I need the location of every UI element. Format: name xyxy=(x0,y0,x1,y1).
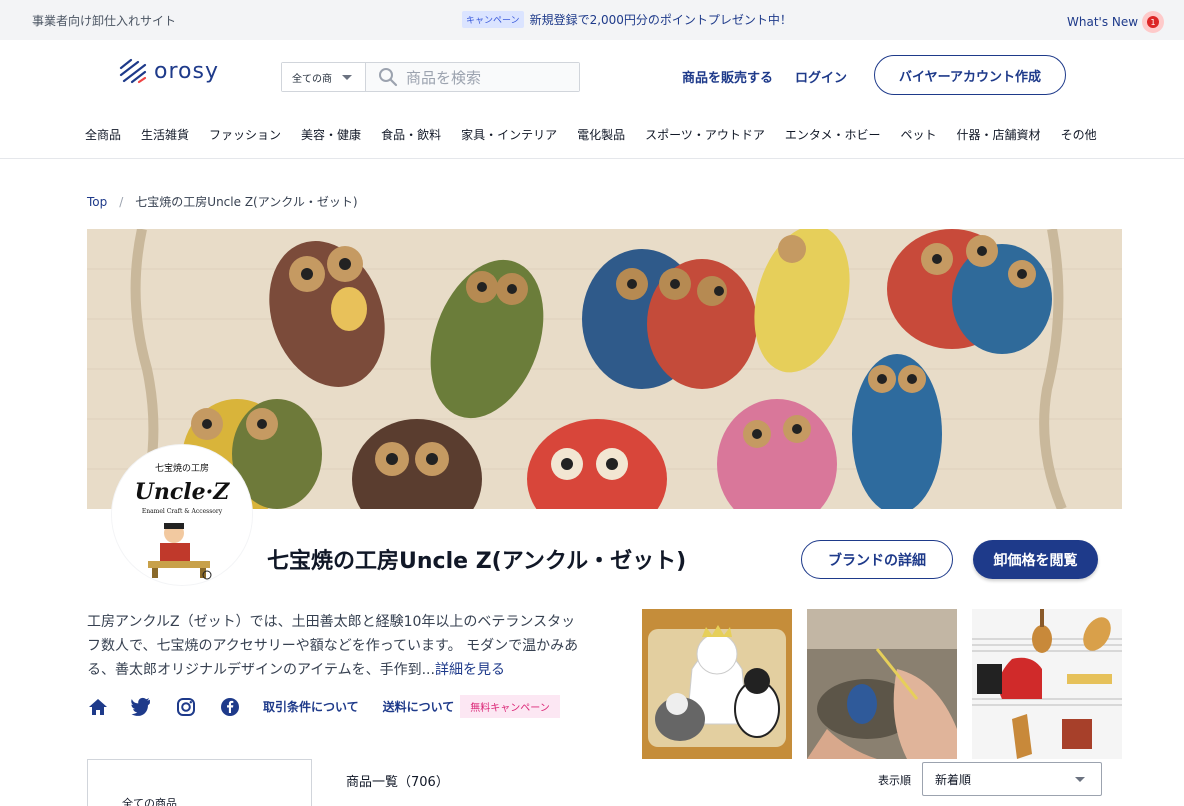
category-item[interactable]: 生活雑貨 xyxy=(141,126,189,143)
brand-detail-button[interactable]: ブランドの詳細 xyxy=(801,540,953,579)
notification-count: 1 xyxy=(1147,16,1160,28)
caret-down-icon xyxy=(1075,777,1085,782)
category-item[interactable]: 美容・健康 xyxy=(301,126,361,143)
campaign-text: 新規登録で2,000円分のポイントプレゼント中！ xyxy=(529,13,792,27)
read-more-link[interactable]: 詳細を見る xyxy=(435,662,505,678)
twitter-icon[interactable] xyxy=(131,696,153,718)
category-item[interactable]: 食品・飲料 xyxy=(381,126,441,143)
brand-description: 工房アンクルZ（ゼット）では、土田善太郎と経験10年以上のベテランスタッフ数人で… xyxy=(87,610,587,682)
sidebar-category-box: 全ての商品 xyxy=(87,759,312,806)
header-divider xyxy=(0,158,1184,159)
category-item[interactable]: 全商品 xyxy=(85,126,121,143)
category-item[interactable]: ペット xyxy=(901,126,937,143)
campaign-tag: キャンペーン xyxy=(462,11,524,28)
category-item[interactable]: 家具・インテリア xyxy=(461,126,557,143)
search-input[interactable]: 商品を検索 xyxy=(366,63,579,91)
trade-terms-link[interactable]: 取引条件について xyxy=(263,698,359,715)
sell-products-link[interactable]: 商品を販売する xyxy=(682,67,773,86)
category-item[interactable]: 電化製品 xyxy=(577,126,625,143)
announcement-bar: 事業者向け卸仕入れサイト キャンペーン 新規登録で2,000円分のポイントプレゼ… xyxy=(0,0,1184,40)
free-shipping-campaign-badge: 無料キャンペーン xyxy=(460,695,560,718)
sort-select-value: 新着順 xyxy=(935,772,972,787)
avatar-main-text: Uncle·Z xyxy=(135,479,231,505)
breadcrumb-top-link[interactable]: Top xyxy=(87,195,107,209)
brand-thumbnail-workshop[interactable] xyxy=(807,609,957,759)
breadcrumb-separator: / xyxy=(119,194,124,209)
instagram-icon[interactable] xyxy=(175,696,197,718)
brand-name: 七宝焼の工房Uncle Z(アンクル・ゼット) xyxy=(267,549,687,574)
sidebar-all-products-link[interactable]: 全ての商品 xyxy=(122,795,177,806)
create-buyer-account-button[interactable]: バイヤーアカウント作成 xyxy=(874,55,1066,95)
avatar-small-text: 七宝焼の工房 xyxy=(155,462,209,474)
search-icon xyxy=(379,68,398,87)
category-item[interactable]: エンタメ・ホビー xyxy=(785,126,881,143)
facebook-icon[interactable] xyxy=(219,696,241,718)
category-item[interactable]: ファッション xyxy=(209,126,281,143)
search-placeholder: 商品を検索 xyxy=(406,68,482,87)
brand-thumbnail-cats[interactable] xyxy=(642,609,792,759)
brand-banner-image xyxy=(87,229,1122,509)
site-logo[interactable]: orosy xyxy=(118,58,219,84)
view-wholesale-price-button[interactable]: 卸価格を閲覧 xyxy=(973,540,1098,579)
category-item[interactable]: その他 xyxy=(1061,126,1097,143)
brand-links-row: 取引条件について 送料について 無料キャンペーン xyxy=(87,695,560,718)
campaign-banner[interactable]: キャンペーン 新規登録で2,000円分のポイントプレゼント中！ xyxy=(462,11,792,28)
category-item[interactable]: スポーツ・アウトドア xyxy=(645,126,765,143)
search-category-select[interactable]: 全ての商 xyxy=(282,63,366,91)
category-nav: 全商品 生活雑貨 ファッション 美容・健康 食品・飲料 家具・インテリア 電化製… xyxy=(85,126,1097,143)
caret-down-icon xyxy=(342,74,352,80)
home-icon[interactable] xyxy=(87,696,109,718)
login-link[interactable]: ログイン xyxy=(795,67,847,86)
notification-badge: 1 xyxy=(1142,11,1165,33)
logo-icon xyxy=(119,58,147,84)
category-item[interactable]: 什器・店舗資材 xyxy=(957,126,1041,143)
search-bar: 全ての商 商品を検索 xyxy=(281,62,580,92)
product-list-title: 商品一覧（706） xyxy=(346,775,449,790)
avatar-sub-text: Enamel Craft & Accessory xyxy=(142,508,223,515)
brand-thumbnail-instruments[interactable] xyxy=(972,609,1122,759)
site-tagline: 事業者向け卸仕入れサイト xyxy=(32,14,177,28)
whats-new-link[interactable]: What's New 1 xyxy=(1067,11,1165,33)
brand-avatar: 七宝焼の工房 Uncle·Z Enamel Craft & Accessory xyxy=(112,445,252,585)
breadcrumb-current: 七宝焼の工房Uncle Z(アンクル・ゼット) xyxy=(135,195,358,209)
shipping-link[interactable]: 送料について xyxy=(383,698,455,715)
sort-label: 表示順 xyxy=(878,774,911,787)
breadcrumb: Top / 七宝焼の工房Uncle Z(アンクル・ゼット) xyxy=(87,193,358,210)
sort-select[interactable]: 新着順 xyxy=(922,762,1102,796)
whats-new-label: What's New xyxy=(1067,15,1139,29)
search-category-value: 全ての商 xyxy=(292,73,332,85)
logo-text: orosy xyxy=(154,58,219,84)
